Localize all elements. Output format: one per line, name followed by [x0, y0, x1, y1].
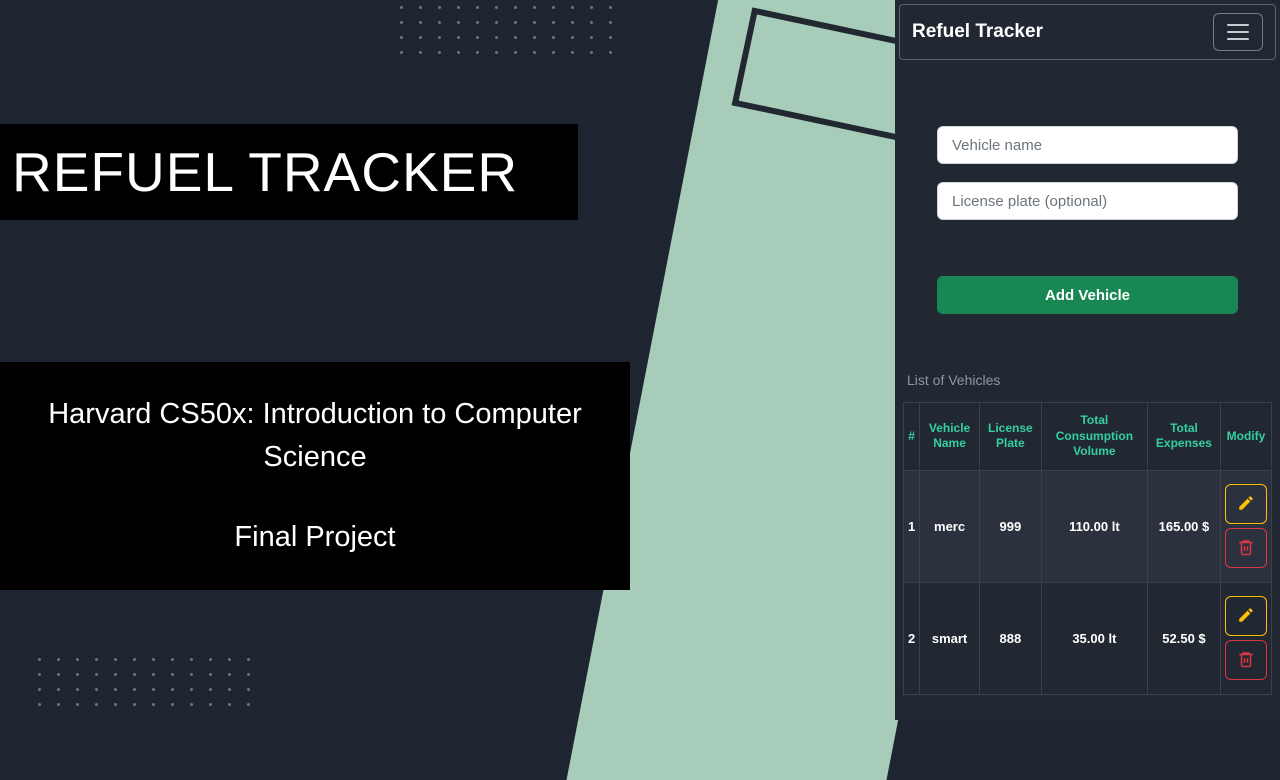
- cell-idx: 1: [904, 470, 920, 582]
- table-header-row: # Vehicle Name License Plate Total Consu…: [904, 403, 1272, 471]
- edit-vehicle-button[interactable]: [1225, 596, 1267, 636]
- cell-plate: 999: [979, 470, 1041, 582]
- app-panel: Refuel Tracker Add Vehicle List of Vehic…: [895, 0, 1280, 720]
- cell-plate: 888: [979, 582, 1041, 694]
- add-vehicle-form: Add Vehicle: [895, 126, 1280, 314]
- cell-name: merc: [920, 470, 980, 582]
- cell-modify: [1220, 470, 1271, 582]
- pencil-icon: [1237, 494, 1255, 515]
- cell-name: smart: [920, 582, 980, 694]
- navbar-brand[interactable]: Refuel Tracker: [912, 21, 1043, 43]
- decorative-dots-top: [400, 6, 612, 54]
- vehicle-name-input[interactable]: [937, 126, 1238, 164]
- cell-volume: 110.00 lt: [1041, 470, 1147, 582]
- hamburger-menu-button[interactable]: [1213, 13, 1263, 51]
- col-modify: Modify: [1220, 403, 1271, 471]
- table-row: 2 smart 888 35.00 lt 52.50 $: [904, 582, 1272, 694]
- vehicles-table: # Vehicle Name License Plate Total Consu…: [903, 402, 1272, 695]
- cell-expenses: 165.00 $: [1147, 470, 1220, 582]
- vehicles-list-label: List of Vehicles: [895, 372, 1280, 388]
- col-plate: License Plate: [979, 403, 1041, 471]
- cell-idx: 2: [904, 582, 920, 694]
- delete-vehicle-button[interactable]: [1225, 640, 1267, 680]
- add-vehicle-button[interactable]: Add Vehicle: [937, 276, 1238, 314]
- navbar: Refuel Tracker: [899, 4, 1276, 60]
- table-row: 1 merc 999 110.00 lt 165.00 $: [904, 470, 1272, 582]
- slide-title: REFUEL TRACKER: [12, 140, 518, 204]
- cell-expenses: 52.50 $: [1147, 582, 1220, 694]
- edit-vehicle-button[interactable]: [1225, 484, 1267, 524]
- slide-subtitle-course: Harvard CS50x: Introduction to Computer …: [28, 393, 602, 480]
- cell-volume: 35.00 lt: [1041, 582, 1147, 694]
- col-volume: Total Consumption Volume: [1041, 403, 1147, 471]
- presentation-slide: REFUEL TRACKER Harvard CS50x: Introducti…: [0, 0, 895, 720]
- cell-modify: [1220, 582, 1271, 694]
- slide-subtitle-box: Harvard CS50x: Introduction to Computer …: [0, 362, 630, 590]
- license-plate-input[interactable]: [937, 182, 1238, 220]
- slide-subtitle-final: Final Project: [234, 516, 395, 560]
- col-name: Vehicle Name: [920, 403, 980, 471]
- col-expenses: Total Expenses: [1147, 403, 1220, 471]
- trash-icon: [1237, 538, 1255, 559]
- delete-vehicle-button[interactable]: [1225, 528, 1267, 568]
- col-idx: #: [904, 403, 920, 471]
- slide-title-box: REFUEL TRACKER: [0, 124, 578, 220]
- trash-icon: [1237, 650, 1255, 671]
- pencil-icon: [1237, 606, 1255, 627]
- decorative-dots-bottom: [38, 658, 250, 706]
